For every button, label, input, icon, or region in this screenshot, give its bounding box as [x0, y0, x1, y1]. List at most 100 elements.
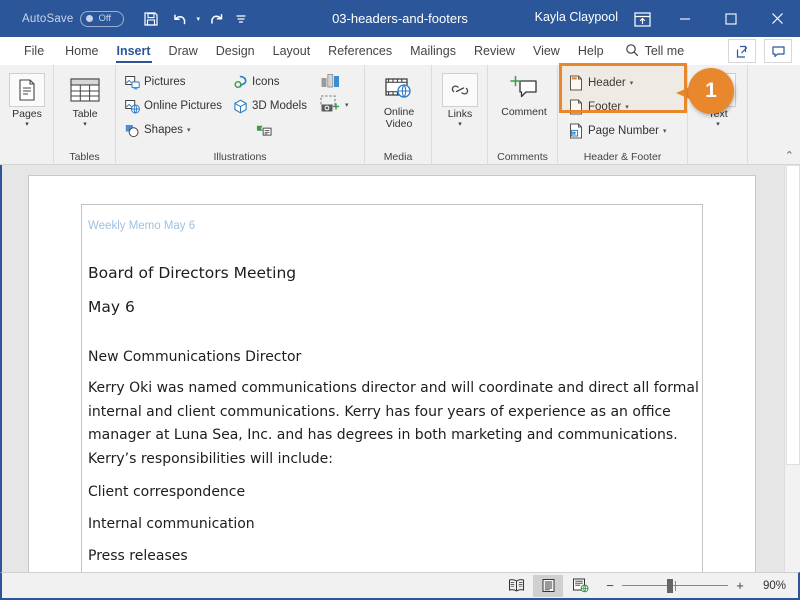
ribbon-collapse-icon[interactable]: ⌃ — [785, 149, 794, 162]
undo-caret[interactable]: ▾ — [196, 15, 200, 23]
print-layout-icon[interactable] — [533, 574, 563, 597]
ribbon-group-pages: Pages ▾ — [0, 65, 54, 165]
minimize-icon[interactable] — [662, 0, 708, 37]
close-icon[interactable] — [754, 0, 800, 37]
comment-icon[interactable] — [764, 39, 792, 63]
tab-home[interactable]: Home — [56, 37, 107, 65]
table-label: Table — [72, 108, 98, 120]
read-mode-icon[interactable] — [501, 575, 531, 597]
document-list-item: Client correspondence — [88, 484, 246, 500]
icons-label: Icons — [252, 76, 280, 88]
callout-badge-1: 1 — [688, 68, 734, 114]
share-icon[interactable] — [728, 39, 756, 63]
zoom-slider[interactable] — [622, 578, 728, 593]
redo-icon[interactable] — [203, 6, 229, 32]
header-footer-highlight — [559, 63, 687, 113]
ribbon-tab-strip: File Home Insert Draw Design Layout Refe… — [0, 37, 800, 65]
icons-button[interactable]: Icons — [232, 74, 280, 90]
chart-button[interactable] — [320, 72, 342, 88]
pictures-button[interactable]: Pictures — [124, 74, 186, 90]
shapes-button[interactable]: Shapes ▾ — [124, 122, 191, 138]
3d-model-icon — [232, 98, 248, 114]
table-icon — [67, 73, 103, 107]
pictures-icon — [124, 74, 140, 90]
zoom-slider-thumb[interactable] — [667, 578, 673, 593]
group-label-media: Media — [383, 151, 413, 163]
screenshot-button[interactable]: ▾ — [319, 95, 349, 113]
links-button[interactable]: Links ▾ — [433, 73, 487, 129]
tell-me-box[interactable]: Tell me — [625, 43, 685, 60]
document-list-item: Press releases — [88, 548, 188, 564]
group-label-header-footer: Header & Footer — [583, 151, 662, 163]
document-body[interactable]: Board of Directors Meeting May 6 New Com… — [88, 261, 720, 572]
chevron-down-icon[interactable]: ▾ — [716, 121, 720, 129]
autosave-toggle[interactable]: Off — [80, 10, 125, 27]
zoom-out-button[interactable]: − — [605, 578, 615, 593]
links-label: Links — [447, 108, 473, 120]
pictures-label: Pictures — [144, 76, 186, 88]
account-name: Kayla Claypool — [534, 10, 618, 24]
ribbon-group-comments: Comment Comments — [488, 65, 558, 165]
shapes-label: Shapes — [144, 124, 184, 136]
zoom-in-button[interactable]: + — [735, 578, 745, 593]
ribbon-display-options-icon[interactable] — [632, 9, 652, 29]
vertical-scrollbar[interactable] — [784, 165, 800, 572]
tab-help[interactable]: Help — [569, 37, 613, 65]
zoom-center-tick — [675, 580, 676, 591]
chevron-down-icon[interactable]: ▾ — [345, 101, 349, 109]
group-label-comments: Comments — [497, 151, 548, 163]
document-header-text[interactable]: Weekly Memo May 6 — [88, 220, 195, 232]
chevron-down-icon[interactable]: ▾ — [663, 127, 667, 135]
chevron-down-icon[interactable]: ▾ — [83, 121, 87, 129]
save-icon[interactable] — [138, 6, 164, 32]
tab-right-buttons — [728, 39, 792, 63]
tab-mailings[interactable]: Mailings — [401, 37, 465, 65]
maximize-icon[interactable] — [708, 0, 754, 37]
online-video-button[interactable]: Online Video — [371, 71, 427, 130]
pages-button[interactable]: Pages ▾ — [0, 73, 54, 129]
document-title-line: Board of Directors Meeting — [88, 264, 297, 282]
autosave-label: AutoSave — [22, 12, 74, 25]
tab-view[interactable]: View — [524, 37, 569, 65]
tell-me-label: Tell me — [644, 44, 685, 58]
online-pictures-button[interactable]: Online Pictures — [124, 98, 222, 114]
chevron-down-icon[interactable]: ▾ — [458, 121, 462, 129]
window-controls — [662, 0, 800, 37]
customize-qat-icon[interactable] — [232, 6, 250, 32]
web-layout-icon[interactable] — [565, 575, 595, 597]
3d-models-label: 3D Models — [252, 100, 307, 112]
undo-icon[interactable] — [167, 6, 193, 32]
scrollbar-thumb[interactable] — [786, 165, 800, 465]
document-canvas[interactable]: Weekly Memo May 6 Board of Directors Mee… — [0, 165, 800, 572]
tab-file[interactable]: File — [12, 37, 56, 65]
pages-label: Pages — [12, 108, 42, 120]
comment-button[interactable]: Comment — [496, 71, 552, 118]
new-comment-icon — [506, 71, 542, 105]
chevron-down-icon[interactable]: ▾ — [25, 121, 29, 129]
ribbon-group-links: Links ▾ — [432, 65, 488, 165]
3d-models-button[interactable]: 3D Models ▾ — [232, 98, 324, 114]
smartart-button[interactable] — [256, 122, 272, 138]
tab-insert[interactable]: Insert — [108, 37, 160, 65]
zoom-level-label[interactable]: 90% — [752, 580, 786, 592]
document-section-heading: New Communications Director — [88, 349, 302, 365]
ribbon-group-illustrations: Pictures Online Pictures Shapes ▾ Icons … — [116, 65, 365, 165]
page-number-icon — [568, 123, 584, 139]
online-video-icon — [381, 71, 417, 105]
tab-review[interactable]: Review — [465, 37, 524, 65]
tab-references[interactable]: References — [319, 37, 401, 65]
chevron-down-icon[interactable]: ▾ — [187, 126, 191, 134]
page-number-label: Page Number — [588, 125, 659, 137]
shapes-icon — [124, 122, 140, 138]
toggle-knob — [86, 15, 94, 22]
tab-draw[interactable]: Draw — [160, 37, 207, 65]
table-button[interactable]: Table ▾ — [58, 73, 112, 129]
autosave-control[interactable]: AutoSave Off — [22, 10, 125, 27]
tab-design[interactable]: Design — [207, 37, 264, 65]
word-window: AutoSave Off ▾ 03-headers-and-footers Ka… — [0, 0, 800, 600]
smartart-icon — [256, 122, 272, 138]
online-pictures-icon — [124, 98, 140, 114]
tab-layout[interactable]: Layout — [264, 37, 320, 65]
page-number-button[interactable]: Page Number ▾ — [568, 123, 666, 139]
chart-icon — [320, 72, 342, 88]
